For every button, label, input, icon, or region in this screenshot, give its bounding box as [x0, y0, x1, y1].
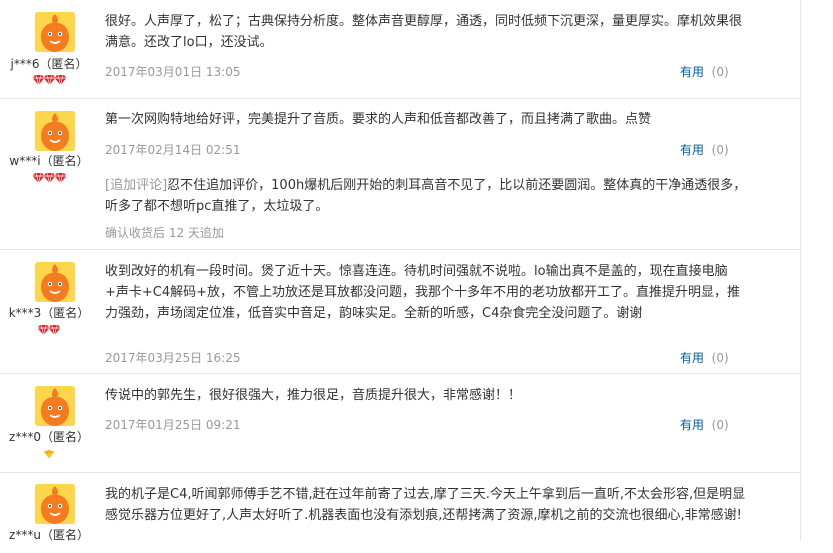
useful-button[interactable]: 有用 — [680, 143, 704, 157]
useful-count: (0) — [711, 418, 729, 432]
useful-count: (0) — [711, 143, 729, 157]
append-tag: [追加评论] — [105, 178, 168, 193]
review-list: j***6（匿名） 很好。人声厚了，松了；古典保持分析度。整体声音更醇厚，通透，… — [0, 0, 800, 542]
review-text: 很好。人声厚了，松了；古典保持分析度。整体声音更醇厚，通透，同时低频下沉更深，量… — [105, 14, 743, 50]
useful-button[interactable]: 有用 — [680, 418, 704, 432]
useful-vote: 有用 (0) — [680, 416, 750, 433]
useful-vote: 有用 (0) — [680, 349, 750, 366]
useful-vote: 有用 (0) — [680, 63, 750, 80]
level-diamond-icon — [0, 74, 98, 86]
review-item: k***3（匿名） 收到改好的机有一段时间。煲了近十天。惊喜连连。待机时间强就不… — [0, 250, 800, 374]
review-date: 2017年01月25日 09:21 — [105, 418, 241, 432]
user-name: j***6（匿名） — [10, 57, 88, 71]
review-text: 收到改好的机有一段时间。煲了近十天。惊喜连连。待机时间强就不说啦。lo输出真不是… — [105, 264, 741, 321]
review-item: z***0（匿名） 传说中的郭先生，很好很强大，推力很足，音质提升很大，非常感谢… — [0, 374, 800, 473]
avatar[interactable] — [35, 12, 75, 52]
useful-button[interactable]: 有用 — [680, 65, 704, 79]
scrollbar-track[interactable] — [800, 0, 801, 540]
level-diamond-icon — [0, 172, 98, 184]
avatar[interactable] — [35, 484, 75, 524]
review-item: w***i（匿名） 第一次网购特地给好评，完美提升了音质。要求的人声和低音都改善… — [0, 99, 800, 250]
user-name: z***u（匿名） — [9, 528, 89, 542]
user-name: k***3（匿名） — [8, 306, 90, 320]
append-text: 忍不住追加评价，100h爆机后刚开始的刺耳高音不见了，比以前还要圆润。整体真的干… — [105, 178, 747, 214]
user-name: w***i（匿名） — [9, 154, 89, 168]
useful-count: (0) — [711, 65, 729, 79]
review-item: z***u（匿名） 我的机子是C4,听闻郭师傅手艺不错,赶在过年前寄了过去,摩了… — [0, 473, 800, 553]
avatar[interactable] — [35, 111, 75, 151]
useful-button[interactable]: 有用 — [680, 351, 704, 365]
user-name: z***0（匿名） — [9, 430, 89, 444]
review-text: 传说中的郭先生，很好很强大，推力很足，音质提升很大，非常感谢！！ — [105, 388, 522, 403]
avatar[interactable] — [35, 386, 75, 426]
level-diamond-icon — [0, 324, 98, 336]
review-text: 我的机子是C4,听闻郭师傅手艺不错,赶在过年前寄了过去,摩了三天.今天上午拿到后… — [105, 487, 746, 523]
useful-vote: 有用 (0) — [680, 141, 750, 158]
review-date: 2017年03月25日 16:25 — [105, 351, 241, 365]
append-meta: 确认收货后 12 天追加 — [105, 226, 224, 240]
level-heart-icon — [0, 449, 98, 461]
useful-count: (0) — [711, 351, 729, 365]
avatar[interactable] — [35, 262, 75, 302]
review-text: 第一次网购特地给好评，完美提升了音质。要求的人声和低音都改善了，而且拷满了歌曲。… — [105, 112, 652, 127]
append-review: [追加评论]忍不住追加评价，100h爆机后刚开始的刺耳高音不见了，比以前还要圆润… — [105, 175, 750, 217]
review-item: j***6（匿名） 很好。人声厚了，松了；古典保持分析度。整体声音更醇厚，通透，… — [0, 0, 800, 99]
review-date: 2017年03月01日 13:05 — [105, 65, 241, 79]
review-date: 2017年02月14日 02:51 — [105, 143, 241, 157]
